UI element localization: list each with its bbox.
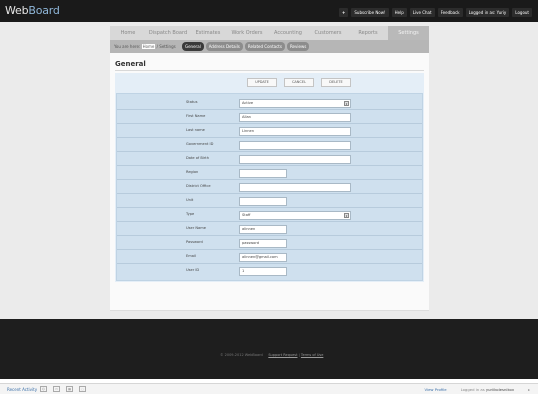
tab-accounting[interactable]: Accounting [268, 26, 308, 40]
form-row-last-name: Last name Linnen [117, 124, 422, 138]
content-panel: General UPDATE CANCEL DELETE Status Acti… [110, 53, 429, 311]
status-label: Status [186, 100, 198, 104]
page-footer: © 2009-2012 WebBoard Support Request | T… [0, 319, 538, 379]
delete-button[interactable]: DELETE [321, 78, 351, 87]
government-id-field[interactable] [239, 141, 351, 150]
subscribe-link[interactable]: Subscribe Now! [351, 8, 389, 17]
footer-copyright: © 2009-2012 WebBoard Support Request | T… [220, 353, 323, 357]
last-name-field[interactable]: Linnen [239, 127, 351, 136]
cancel-button[interactable]: CANCEL [284, 78, 314, 87]
government-id-label: Government ID [186, 142, 214, 146]
subtab-general[interactable]: General [182, 42, 204, 51]
type-select[interactable]: Staff ▾ [239, 211, 351, 220]
view-profile-link[interactable]: View Profile [425, 387, 447, 392]
breadcrumb-prefix: You are here: [114, 44, 141, 49]
live-chat-link[interactable]: Live Chat [409, 8, 435, 17]
district-office-field[interactable] [239, 183, 351, 192]
action-bar: UPDATE CANCEL DELETE [115, 73, 424, 93]
logout-link[interactable]: Logout [512, 8, 532, 17]
logged-in-indicator: Logged in as yuriikolesnikov [460, 387, 515, 392]
tab-home[interactable]: Home [110, 26, 146, 40]
user-name-field[interactable]: alinnen [239, 225, 287, 234]
form-row-status: Status Active ▾ [117, 96, 422, 110]
tab-estimates[interactable]: Estimates [190, 26, 226, 40]
user-id-label: User ID [186, 268, 200, 272]
support-request-link[interactable]: Support Request [268, 353, 297, 357]
folder-icon[interactable]: ▭ [53, 386, 60, 392]
chevron-down-icon[interactable]: ▾ [344, 213, 349, 218]
subtab-reviews[interactable]: Reviews [286, 42, 310, 51]
tab-dispatch-board[interactable]: Dispatch Board [146, 26, 190, 40]
district-office-label: District Office [186, 184, 211, 188]
type-label: Type [186, 212, 195, 216]
main-nav-tabs: Home Dispatch Board Estimates Work Order… [110, 26, 429, 40]
copyright-text: © 2009-2012 WebBoard [220, 353, 263, 357]
email-label: Email [186, 254, 196, 258]
form-fields: Status Active ▾ First Name Allan Last nam… [116, 93, 423, 281]
terms-of-use-link[interactable]: Terms of Use [301, 353, 323, 357]
general-form: Status Active ▾ First Name Allan Last nam… [115, 93, 424, 282]
tab-reports[interactable]: Reports [348, 26, 388, 40]
date-of-birth-label: Date of Birth [186, 156, 209, 160]
password-field[interactable]: password [239, 239, 287, 248]
subtab-related-contacts[interactable]: Related Contacts [244, 42, 285, 51]
form-row-government-id: Government ID [117, 138, 422, 152]
breadcrumb: You are here: Home / Settings [114, 44, 176, 49]
update-button[interactable]: UPDATE [247, 78, 277, 87]
footer-divider: | [298, 353, 300, 357]
breadcrumb-settings: Settings [159, 44, 176, 49]
chat-icon[interactable]: ◌ [79, 386, 86, 392]
webboard-logo[interactable]: WebBoard [5, 4, 60, 17]
form-row-region: Region [117, 166, 422, 180]
form-row-password: Password password [117, 236, 422, 250]
breadcrumb-home[interactable]: Home [141, 44, 156, 49]
form-row-user-name: User Name alinnen [117, 222, 422, 236]
last-name-label: Last name [186, 128, 205, 132]
tab-work-orders[interactable]: Work Orders [226, 26, 268, 40]
settings-subtabs: General Address Details Related Contacts… [182, 42, 310, 51]
breadcrumb-separator: / [156, 44, 159, 49]
subtab-address-details[interactable]: Address Details [205, 42, 243, 51]
bottom-toolbar: Recent Activity ☺ ▭ ▦ ◌ View Profile Log… [0, 383, 538, 394]
region-field[interactable] [239, 169, 287, 178]
help-link[interactable]: Help [391, 8, 407, 17]
logged-in-user[interactable]: Logged in as: Yuriy [465, 8, 510, 17]
unit-field[interactable] [239, 197, 287, 206]
unit-label: Unit [186, 198, 194, 202]
calendar-icon[interactable]: ▦ [66, 386, 73, 392]
tab-customers[interactable]: Customers [308, 26, 348, 40]
toolbar-icons: ☺ ▭ ▦ ◌ [40, 386, 86, 392]
form-row-district-office: District Office [117, 180, 422, 194]
tab-settings[interactable]: Settings [388, 26, 429, 40]
form-row-date-of-birth: Date of Birth [117, 152, 422, 166]
add-icon[interactable]: + [339, 8, 349, 17]
expand-arrow-icon[interactable]: ▸ [528, 387, 530, 392]
user-id-field[interactable]: 1 [239, 267, 287, 276]
user-name-label: User Name [186, 226, 206, 230]
first-name-field[interactable]: Allan [239, 113, 351, 122]
chevron-down-icon[interactable]: ▾ [344, 101, 349, 106]
status-select[interactable]: Active ▾ [239, 99, 351, 108]
form-row-user-id: User ID 1 [117, 264, 422, 278]
form-row-unit: Unit [117, 194, 422, 208]
page-title: General [115, 60, 146, 68]
title-divider [115, 70, 424, 71]
sub-navigation: You are here: Home / Settings General Ad… [110, 40, 429, 53]
password-label: Password [186, 240, 203, 244]
form-row-first-name: First Name Allan [117, 110, 422, 124]
recent-activity-link[interactable]: Recent Activity [7, 387, 37, 392]
date-of-birth-field[interactable] [239, 155, 351, 164]
first-name-label: First Name [186, 114, 206, 118]
feedback-link[interactable]: Feedback [437, 8, 463, 17]
user-icon[interactable]: ☺ [40, 386, 47, 392]
top-bar: WebBoard + Subscribe Now! Help Live Chat… [0, 0, 538, 22]
top-links: + Subscribe Now! Help Live Chat Feedback… [339, 8, 532, 17]
form-row-type: Type Staff ▾ [117, 208, 422, 222]
bottom-right-links: View Profile Logged in as yuriikolesniko… [425, 387, 530, 392]
region-label: Region [186, 170, 199, 174]
form-row-email: Email alinnen@gmail.com [117, 250, 422, 264]
email-field[interactable]: alinnen@gmail.com [239, 253, 287, 262]
